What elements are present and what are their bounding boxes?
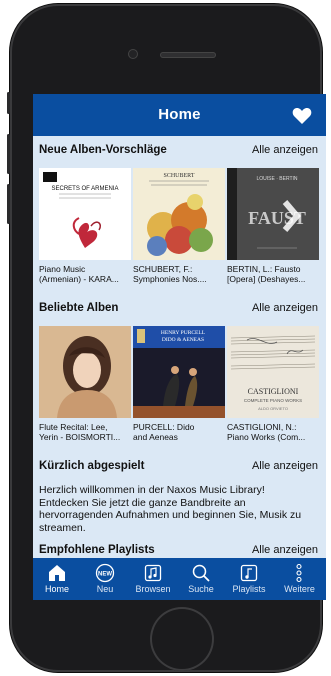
svg-text:NEW: NEW <box>98 572 112 578</box>
svg-text:SCHUBERT: SCHUBERT <box>164 173 195 179</box>
album-cover[interactable]: HENRY PURCELL DIDO & AENEAS <box>133 326 225 418</box>
tab-label: Neu <box>96 584 114 594</box>
home-icon <box>49 565 65 581</box>
tab-browse[interactable]: Browsen <box>129 558 177 600</box>
app-header: Home <box>33 94 326 136</box>
album-caption: PURCELL: Dido and Aeneas <box>133 422 195 442</box>
favorites-heart-icon[interactable] <box>292 107 312 125</box>
tab-label: Suche <box>188 584 214 594</box>
new-icon: NEW <box>95 563 115 583</box>
svg-text:HENRY PURCELL: HENRY PURCELL <box>161 330 206 336</box>
page-title: Home <box>158 106 201 123</box>
volume-up-button <box>7 134 10 174</box>
svg-text:SECRETS OF ARMENIA: SECRETS OF ARMENIA <box>51 186 118 192</box>
see-all-link[interactable]: Alle anzeigen <box>252 544 318 556</box>
section-header-popular-albums: Beliebte Alben Alle anzeigen <box>39 302 318 318</box>
welcome-message: Herzlich willkommen in der Naxos Music L… <box>39 484 302 534</box>
playlists-icon <box>240 564 258 582</box>
tab-more[interactable]: Weitere <box>273 558 326 600</box>
album-cover[interactable]: LOUISE · BERTIN FAUST <box>227 168 319 260</box>
volume-down-button <box>7 184 10 224</box>
app-screen: Home Neue Alben-Vorschläge Alle anzeigen… <box>33 94 326 600</box>
svg-text:ALDO ORVIETO: ALDO ORVIETO <box>258 406 288 411</box>
section-title: Empfohlene Playlists <box>39 544 155 556</box>
album-cover[interactable]: CASTIGLIONI COMPLETE PIANO WORKS ALDO OR… <box>227 326 319 418</box>
section-header-recently-played: Kürzlich abgespielt Alle anzeigen <box>39 460 318 476</box>
tab-playlists[interactable]: Playlists <box>225 558 273 600</box>
album-cover[interactable]: SCHUBERT <box>133 168 225 260</box>
tab-home[interactable]: Home <box>33 558 81 600</box>
album-caption: SCHUBERT, F.: Symphonies Nos.... <box>133 264 207 284</box>
svg-text:DIDO & AENEAS: DIDO & AENEAS <box>162 337 204 343</box>
album-carousel-popular: Flute Recital: Lee, Yerin - BOISMORTI...… <box>33 326 326 442</box>
album-carousel-new: SECRETS OF ARMENIA Piano Music (Armenian… <box>33 168 326 284</box>
home-hardware-button[interactable] <box>150 607 214 671</box>
mute-switch <box>7 92 10 114</box>
tab-label: Home <box>44 584 69 594</box>
svg-text:CASTIGLIONI: CASTIGLIONI <box>248 387 299 396</box>
tab-label: Playlists <box>232 584 266 594</box>
album-caption: Flute Recital: Lee, Yerin - BOISMORTI... <box>39 422 121 442</box>
section-title: Beliebte Alben <box>39 302 119 314</box>
see-all-link[interactable]: Alle anzeigen <box>252 302 318 314</box>
section-header-new-albums: Neue Alben-Vorschläge Alle anzeigen <box>39 144 318 160</box>
album-caption: BERTIN, L.: Fausto [Opera] (Deshayes... <box>227 264 306 284</box>
svg-text:COMPLETE PIANO WORKS: COMPLETE PIANO WORKS <box>244 398 302 403</box>
album-caption: CASTIGLIONI, N.: Piano Works (Com... <box>227 422 306 442</box>
album-caption: Piano Music (Armenian) - KARA... <box>39 264 119 284</box>
tab-label: Browsen <box>135 584 171 594</box>
section-title: Kürzlich abgespielt <box>39 460 145 472</box>
tab-search[interactable]: Suche <box>177 558 225 600</box>
search-icon <box>192 564 210 582</box>
see-all-link[interactable]: Alle anzeigen <box>252 460 318 472</box>
browse-icon <box>144 564 162 582</box>
home-content: Neue Alben-Vorschläge Alle anzeigen SECR… <box>33 136 326 558</box>
album-cover[interactable]: SECRETS OF ARMENIA <box>39 168 131 260</box>
earpiece-speaker <box>160 52 216 58</box>
more-icon <box>296 563 302 583</box>
front-camera <box>128 49 138 59</box>
section-title: Neue Alben-Vorschläge <box>39 144 167 156</box>
album-cover[interactable] <box>39 326 131 418</box>
svg-text:LOUISE · BERTIN: LOUISE · BERTIN <box>256 176 297 182</box>
bottom-tab-bar: Home NEW Neu Browsen Suche Playlists Wei… <box>33 558 326 600</box>
see-all-link[interactable]: Alle anzeigen <box>252 144 318 156</box>
tab-label: Weitere <box>284 584 315 594</box>
tab-new[interactable]: NEW Neu <box>81 558 129 600</box>
